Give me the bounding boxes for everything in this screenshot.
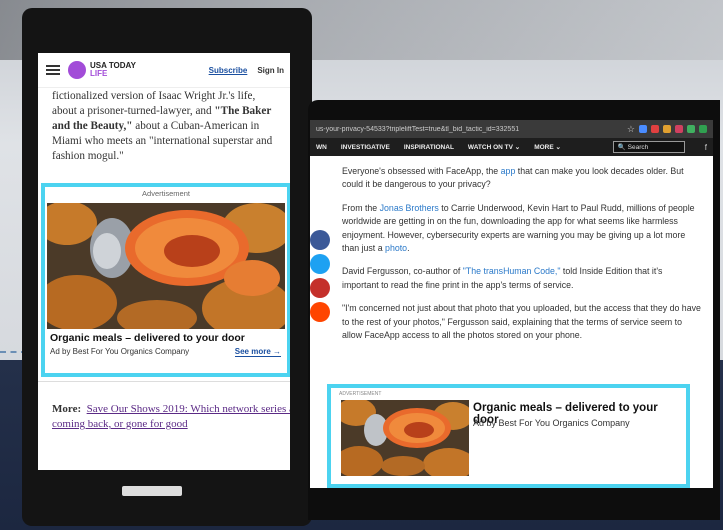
nav-item[interactable]: WN (316, 144, 327, 151)
ad-sponsor: Ad by Best For You Organics Company (50, 347, 190, 356)
facebook-icon[interactable]: f (705, 143, 707, 152)
phone-home-button[interactable] (122, 486, 182, 496)
extension-icon[interactable] (687, 125, 695, 133)
transhuman-code-link[interactable]: "The transHuman Code," (463, 266, 561, 276)
twitter-icon[interactable] (310, 254, 330, 274)
article-body: Everyone's obsessed with FaceApp, the ap… (310, 156, 713, 342)
sign-in-link[interactable]: Sign In (257, 66, 284, 75)
jonas-brothers-link[interactable]: Jonas Brothers (380, 203, 439, 213)
extension-icon[interactable] (699, 125, 707, 133)
photo-link[interactable]: photo (385, 243, 407, 253)
facebook-icon[interactable] (310, 230, 330, 250)
ad-label: Advertisement (142, 189, 190, 198)
ad-sponsor: Ad by Best For You Organics Company (473, 418, 630, 428)
ad-image[interactable] (341, 400, 469, 476)
nav-item-more[interactable]: MORE ⌄ (534, 143, 561, 151)
nav-item-watch-on-tv[interactable]: WATCH ON TV ⌄ (468, 143, 520, 151)
phone-ad[interactable]: Advertisement Organic meals – delivered … (41, 183, 290, 377)
extension-icon[interactable] (639, 125, 647, 133)
more-link-block: More: Save Our Shows 2019: Which network… (38, 381, 290, 432)
laptop-screen: us-your-privacy-54533?tripleliftTest=tru… (310, 120, 713, 488)
site-navbar: WN INVESTIGATIVE INSPIRATIONAL WATCH ON … (310, 138, 713, 156)
nav-item-investigative[interactable]: INVESTIGATIVE (341, 144, 390, 151)
bookmark-star-icon[interactable]: ☆ (627, 124, 635, 135)
subscribe-link[interactable]: Subscribe (209, 66, 248, 75)
laptop-ad[interactable]: ADVERTISEMENT Organic meals – delivered … (327, 384, 690, 488)
usa-today-logo-icon[interactable] (68, 61, 86, 79)
extension-icon[interactable] (651, 125, 659, 133)
phone-header: USA TODAY LIFE Subscribe Sign In (38, 53, 290, 88)
browser-url-bar[interactable]: us-your-privacy-54533?tripleliftTest=tru… (310, 120, 713, 138)
article-text: fictionalized version of Isaac Wright Jr… (52, 90, 273, 162)
nav-item-inspirational[interactable]: INSPIRATIONAL (404, 144, 454, 151)
more-article-link[interactable]: Save Our Shows 2019: Which network serie… (52, 403, 290, 430)
reddit-icon[interactable] (310, 302, 330, 322)
see-more-link[interactable]: See more → (234, 347, 281, 357)
extension-icon[interactable] (663, 125, 671, 133)
phone-screen: USA TODAY LIFE Subscribe Sign In fiction… (38, 53, 290, 470)
site-logo[interactable]: USA TODAY LIFE (90, 62, 136, 78)
ad-image[interactable] (47, 203, 285, 329)
paragraph: "I'm concerned not just about that photo… (342, 303, 701, 341)
paragraph: From the Jonas Brothers to Carrie Underw… (342, 202, 695, 254)
paragraph: Everyone's obsessed with FaceApp, the ap… (342, 166, 684, 190)
app-link[interactable]: app (501, 166, 516, 176)
email-icon[interactable] (310, 278, 330, 298)
hamburger-menu-icon[interactable] (46, 65, 60, 75)
search-input[interactable]: 🔍 Search (612, 141, 685, 153)
ad-title[interactable]: Organic meals – delivered to your door (50, 332, 245, 344)
url-text[interactable]: us-your-privacy-54533?tripleliftTest=tru… (316, 126, 627, 133)
paragraph: David Fergusson, co-author of "The trans… (342, 266, 663, 290)
extension-icon[interactable] (675, 125, 683, 133)
ad-label: ADVERTISEMENT (339, 391, 382, 397)
